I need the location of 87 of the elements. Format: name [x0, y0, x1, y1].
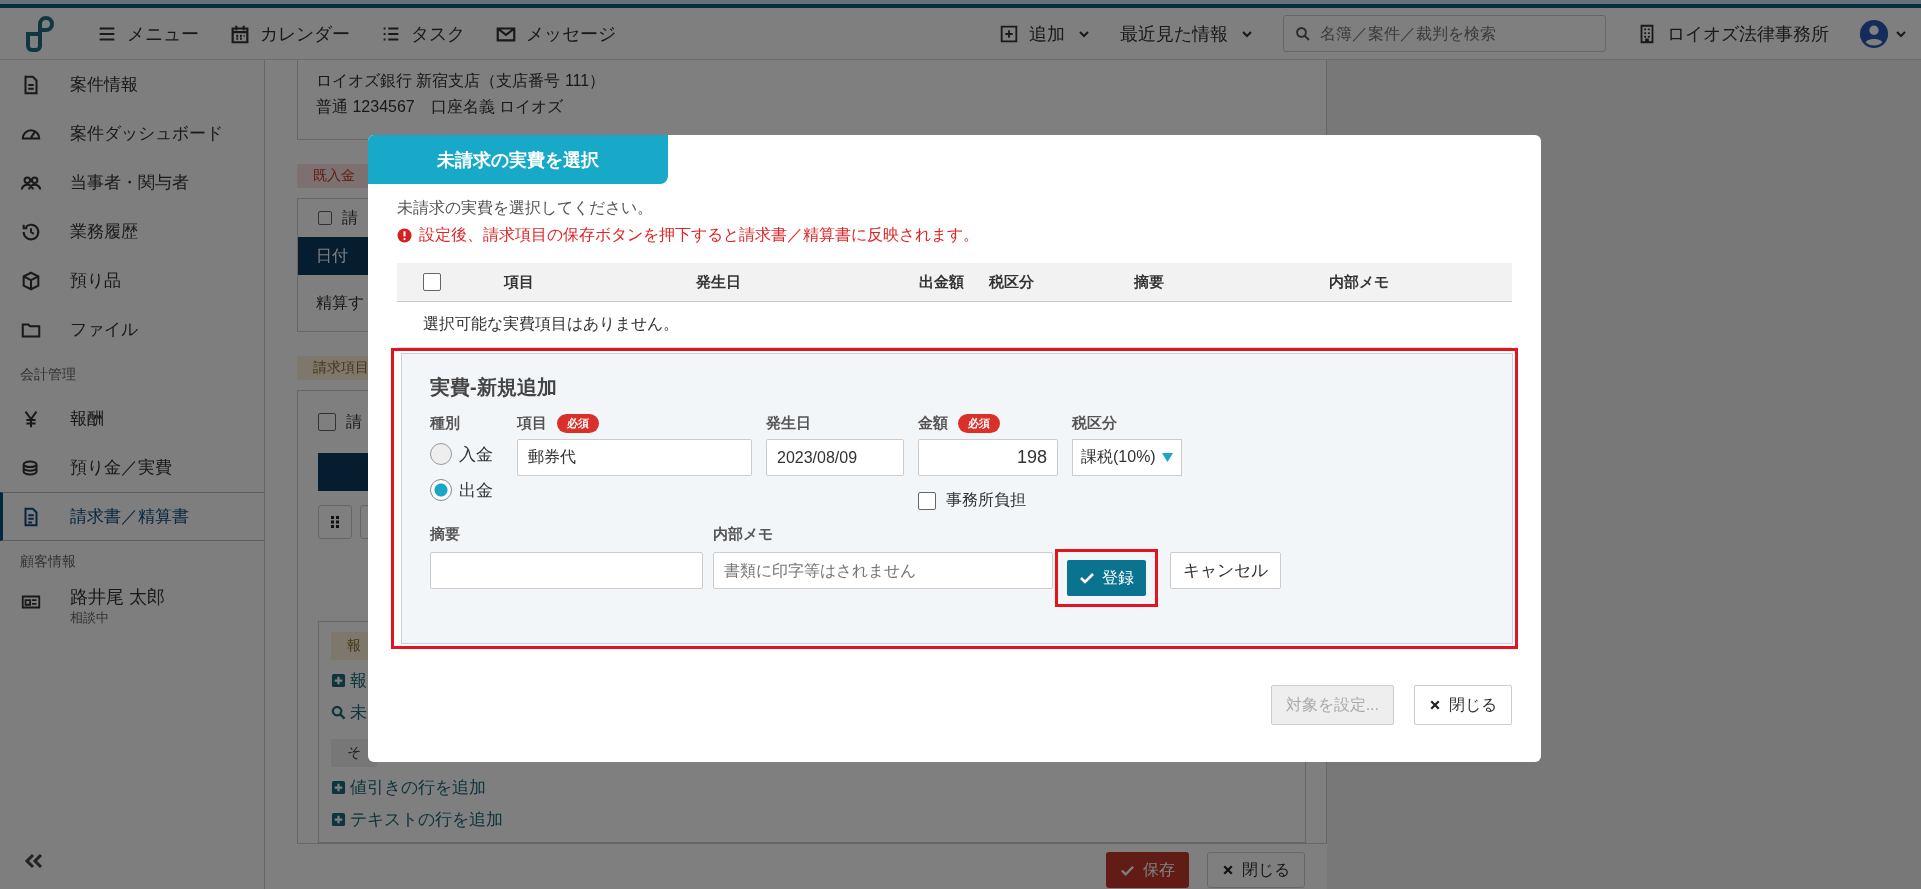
select-all-checkbox[interactable] [423, 273, 441, 291]
office-menu[interactable]: ロイオズ法律事務所 [1636, 21, 1829, 46]
search-field[interactable]: 名簿／案件／裁判を検索 [1283, 15, 1606, 52]
column-header: 摘要 [1134, 272, 1165, 292]
avatar-icon [1859, 18, 1889, 49]
date-field[interactable]: 2023/08/09 [766, 439, 904, 476]
instruction-text: 未請求の実費を選択してください。 [397, 198, 654, 218]
tax-dropdown[interactable]: 課税(10%) [1072, 439, 1182, 476]
required-tag: 必須 [958, 413, 1000, 433]
dialog-title: 未請求の実費を選択 [368, 135, 668, 184]
checkbox[interactable] [918, 491, 936, 510]
column-header: 日付 [316, 245, 348, 266]
nav-menu-item[interactable]: メニュー [96, 21, 199, 46]
sidebar-item[interactable]: 業務履歴 [0, 207, 264, 256]
section-heading: 顧客情報 [19, 552, 77, 571]
caret-icon [1161, 453, 1173, 462]
nav-menu-item[interactable]: カレンダー [229, 21, 350, 46]
column-header: 内部メモ [1329, 272, 1390, 292]
radio-button[interactable] [430, 479, 452, 501]
bank-info-text: ロイオズ銀行 新宿支店（支店番号 111） [316, 71, 607, 91]
table-cell-text: 精算す [316, 292, 364, 313]
plus-icon [331, 780, 346, 795]
sidebar-item[interactable]: 預り品 [0, 256, 264, 305]
close-button[interactable]: 閉じる [1414, 685, 1512, 725]
sidebar-item[interactable]: 請求書／精算書 [0, 492, 264, 541]
field-label: 税区分 [1072, 413, 1117, 433]
client-status: 相談中 [70, 609, 110, 627]
field-label: 内部メモ [713, 525, 774, 544]
column-header: 項目 [504, 272, 535, 292]
add-menu[interactable]: 追加 [998, 21, 1090, 46]
form-title: 実費-新規追加 [430, 375, 558, 400]
field-label: 金額 [918, 413, 948, 433]
sidebar-item[interactable]: 案件情報 [0, 60, 264, 109]
column-header: 発生日 [696, 272, 742, 292]
link[interactable]: 未 [331, 701, 367, 724]
radio-label: 入金 [459, 443, 493, 466]
box-icon [20, 269, 42, 292]
plus-icon [331, 673, 346, 688]
column-header: 出金額 [919, 272, 965, 292]
search-icon [331, 705, 346, 720]
radio-button[interactable] [430, 443, 452, 465]
user-menu[interactable] [1859, 18, 1907, 49]
plus-icon [331, 812, 346, 827]
bank-info-text: 普通 1234567 口座名義 ロイオズ [316, 97, 565, 117]
warning-text: 設定後、請求項目の保存ボタンを押下すると請求書／精算書に反映されます。 [419, 225, 979, 245]
empty-message: 選択可能な実費項目はありません。 [423, 314, 679, 334]
recent-menu[interactable]: 最近見た情報 [1120, 21, 1253, 46]
input-field[interactable]: 郵券代 [517, 439, 752, 476]
input-field[interactable] [430, 552, 703, 589]
section-heading: 会計管理 [19, 365, 77, 384]
save-button[interactable]: 保存 [1106, 852, 1189, 888]
field-label: 種別 [430, 413, 461, 433]
nav-menu-item[interactable]: タスク [380, 21, 465, 46]
checkbox[interactable] [318, 413, 336, 431]
section-tag: 既入金 [297, 164, 371, 188]
input-field[interactable]: 書類に印字等はされません [713, 552, 1053, 589]
field-label: 摘要 [430, 525, 461, 544]
sidebar-item[interactable]: 報酬 [0, 394, 264, 443]
register-button[interactable]: 登録 [1067, 560, 1146, 596]
close-icon [1222, 864, 1234, 876]
search-icon [1294, 25, 1312, 43]
checkbox-label: 請 [346, 411, 362, 432]
sidebar-item[interactable]: 案件ダッシュボード [0, 109, 264, 158]
amount-field[interactable]: 198 [918, 439, 1058, 476]
warning-icon [397, 228, 412, 243]
link[interactable]: 値引きの行を追加 [331, 776, 486, 799]
link[interactable]: 報 [331, 669, 367, 692]
grip-icon [330, 515, 340, 529]
sidebar-item[interactable]: 当事者・関与者 [0, 158, 264, 207]
field-label: 発生日 [766, 413, 811, 433]
field-label: 項目 [517, 413, 547, 433]
sidebar-item[interactable]: 預り金／実費 [0, 443, 264, 492]
sidebar-item[interactable]: ファイル [0, 305, 264, 354]
checkbox[interactable] [318, 211, 332, 225]
nav-menu-item[interactable]: メッセージ [495, 21, 616, 46]
check-icon [1079, 570, 1095, 586]
checkbox-label: 請 [342, 207, 358, 228]
close-button[interactable]: 閉じる [1207, 852, 1305, 888]
checkbox-label: 事務所負担 [946, 490, 1026, 510]
close-icon [1429, 699, 1441, 711]
link[interactable]: テキストの行を追加 [331, 808, 503, 831]
cancel-button[interactable]: キャンセル [1170, 552, 1281, 589]
drag-handle-button[interactable] [318, 505, 352, 539]
radio-label: 出金 [459, 479, 493, 502]
required-tag: 必須 [557, 413, 599, 433]
client-name[interactable]: 路井尾 太郎 [70, 585, 165, 609]
column-header: 税区分 [989, 272, 1035, 292]
